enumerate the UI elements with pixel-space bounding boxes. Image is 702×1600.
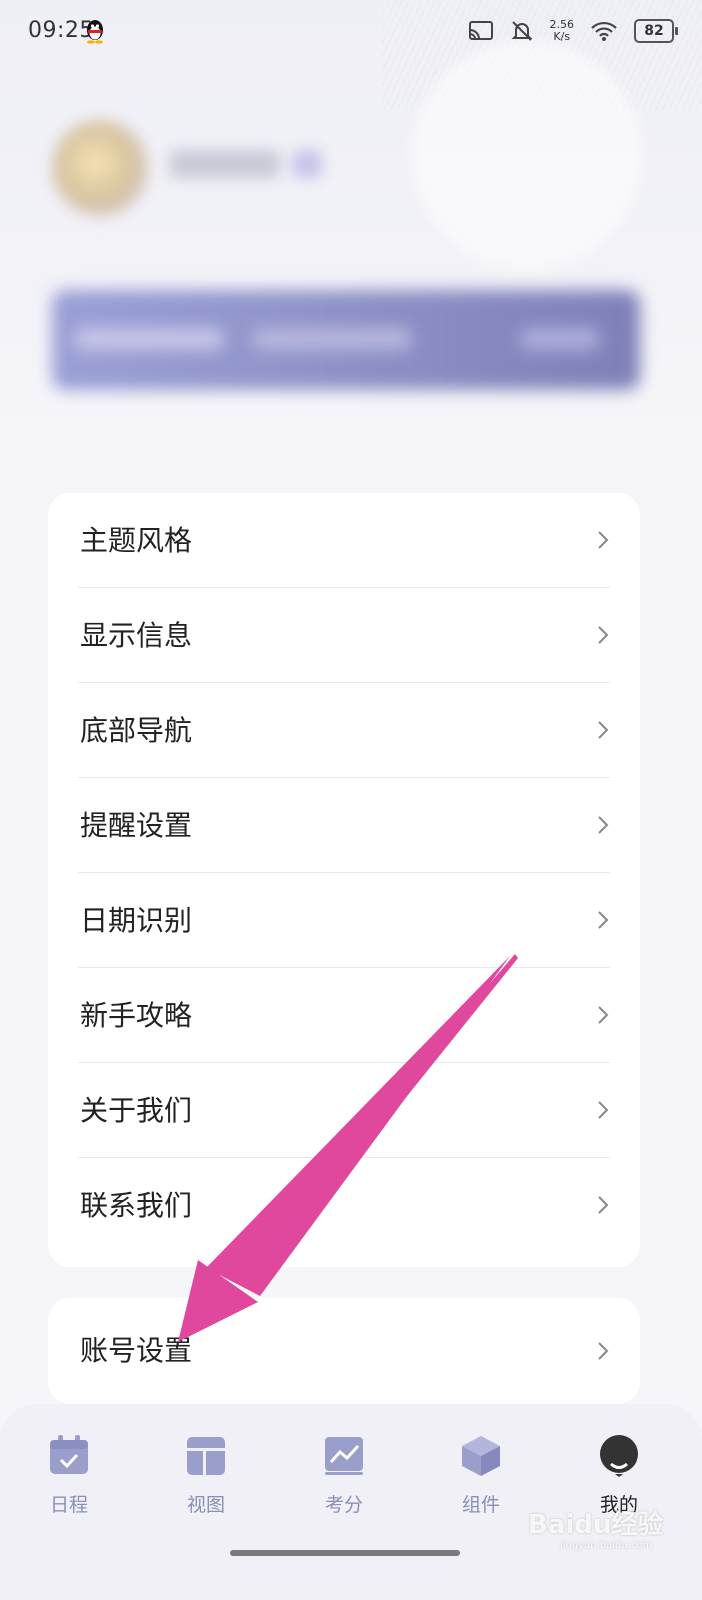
chevron-right-icon — [598, 1006, 609, 1024]
profile-header[interactable] — [52, 120, 472, 230]
menu-item-label: 主题风格 — [80, 524, 193, 557]
annotation-arrow — [178, 954, 518, 1342]
qq-penguin-icon — [87, 20, 103, 44]
nav-item-widgets[interactable]: 组件 — [431, 1434, 531, 1524]
chevron-right-icon — [598, 1196, 609, 1214]
nav-label: 考分 — [324, 1494, 363, 1516]
home-indicator[interactable] — [230, 1550, 460, 1556]
chevron-right-icon — [598, 1101, 609, 1119]
vip-badge — [292, 150, 322, 178]
cube-icon — [462, 1436, 500, 1476]
baidu-watermark-url: jingyan.baidu.com — [560, 1540, 653, 1551]
chevron-right-icon — [598, 531, 609, 549]
header-background — [0, 0, 702, 470]
nav-item-score[interactable]: 考分 — [294, 1434, 394, 1524]
battery-indicator: 82 — [634, 19, 678, 43]
nav-item-view[interactable]: 视图 — [156, 1434, 256, 1524]
menu-item-label: 提醒设置 — [80, 809, 193, 842]
menu-item-label: 显示信息 — [80, 619, 193, 652]
bottom-nav: 日程 视图 考分 组件 我的 — [0, 1404, 702, 1600]
menu-item-display-info[interactable]: 显示信息 — [78, 588, 610, 683]
calendar-icon — [50, 1435, 88, 1474]
chevron-right-icon — [598, 816, 609, 834]
nav-label: 日程 — [49, 1494, 88, 1516]
chevron-right-icon — [598, 1342, 609, 1360]
menu-item-bottom-nav[interactable]: 底部导航 — [78, 683, 610, 778]
profile-icon — [600, 1435, 638, 1477]
menu-item-reminder[interactable]: 提醒设置 — [78, 778, 610, 873]
nav-item-schedule[interactable]: 日程 — [19, 1434, 119, 1524]
chevron-right-icon — [598, 911, 609, 929]
mute-bell-icon — [511, 21, 532, 41]
wifi-icon — [591, 21, 617, 41]
chevron-right-icon — [598, 626, 609, 644]
status-bar: 09:25 2.56 K/s 82 — [0, 0, 702, 64]
nav-label: 组件 — [461, 1494, 500, 1516]
baidu-watermark: Baidu经验 — [528, 1510, 664, 1540]
membership-banner[interactable] — [52, 290, 640, 390]
status-icons: 2.56 K/s 82 — [468, 16, 678, 46]
cast-icon — [468, 21, 493, 40]
menu-item-label: 底部导航 — [80, 714, 193, 747]
menu-item-theme[interactable]: 主题风格 — [78, 493, 610, 588]
layout-icon — [187, 1437, 225, 1475]
avatar[interactable] — [52, 120, 148, 216]
chart-icon — [325, 1437, 363, 1475]
username-blurred — [170, 150, 280, 178]
network-speed: 2.56 K/s — [549, 18, 575, 43]
chevron-right-icon — [598, 721, 609, 739]
nav-label: 视图 — [186, 1494, 225, 1516]
